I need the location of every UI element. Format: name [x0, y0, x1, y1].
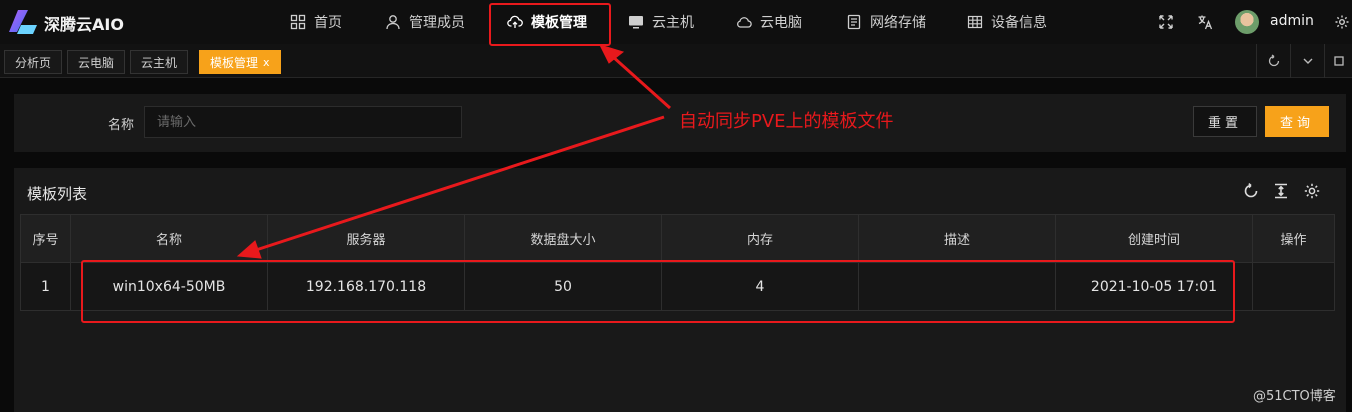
annotation-text: 自动同步PVE上的模板文件 — [679, 111, 894, 132]
annotation-highlight-row — [81, 260, 1235, 323]
tab-bar: 分析页 云电脑 云主机 模板管理 x — [0, 44, 1352, 78]
reset-button[interactable]: 重置 — [1193, 106, 1257, 137]
avatar[interactable] — [1235, 10, 1259, 34]
nav-label-members: 管理成员 — [409, 15, 465, 31]
column-header-name[interactable]: 名称 — [70, 214, 268, 263]
column-header-created-time[interactable]: 创建时间 — [1055, 214, 1253, 263]
tab-label: 模板管理 — [210, 55, 259, 70]
tab-label: 分析页 — [15, 55, 52, 70]
tab-close-icon[interactable]: x — [263, 56, 270, 69]
search-input[interactable] — [144, 106, 462, 138]
nav-item-cloud-pc[interactable]: 云电脑 — [736, 0, 802, 44]
tab-analysis[interactable]: 分析页 — [4, 50, 63, 74]
tab-label: 云电脑 — [78, 55, 115, 70]
user-icon — [386, 15, 400, 30]
gear-icon[interactable] — [1332, 12, 1352, 32]
column-header-actions[interactable]: 操作 — [1252, 214, 1335, 263]
table-header-row: 序号 名称 服务器 数据盘大小 内存 描述 创建时间 操作 — [20, 214, 1335, 263]
refresh-tab-icon[interactable] — [1256, 44, 1290, 78]
annotation-highlight-nav — [489, 3, 611, 46]
nav-item-cloud-host[interactable]: 云主机 — [628, 0, 694, 44]
username[interactable]: admin — [1270, 13, 1314, 29]
grid-icon — [290, 14, 306, 30]
column-header-description[interactable]: 描述 — [858, 214, 1056, 263]
cell-index: 1 — [20, 262, 71, 311]
nav-label-home: 首页 — [314, 15, 342, 31]
nav-label-network-storage: 网络存储 — [870, 15, 926, 31]
translate-icon[interactable] — [1195, 12, 1215, 32]
column-height-icon[interactable] — [1271, 181, 1291, 201]
settings-icon[interactable] — [1302, 181, 1322, 201]
monitor-icon — [629, 16, 643, 29]
column-header-memory[interactable]: 内存 — [661, 214, 859, 263]
nav-item-members[interactable]: 管理成员 — [385, 0, 465, 44]
table-icon — [967, 15, 983, 29]
column-header-index[interactable]: 序号 — [20, 214, 71, 263]
tab-template-management[interactable]: 模板管理 x — [199, 50, 281, 74]
tab-cloud-host[interactable]: 云主机 — [130, 50, 189, 74]
brand-name[interactable]: 深腾云AIO — [44, 11, 124, 35]
column-header-disk-size[interactable]: 数据盘大小 — [464, 214, 662, 263]
nav-label-device-info: 设备信息 — [991, 15, 1047, 31]
tab-cloud-pc[interactable]: 云电脑 — [67, 50, 126, 74]
fullscreen-icon[interactable] — [1156, 12, 1176, 32]
storage-icon — [847, 14, 861, 30]
nav-item-home[interactable]: 首页 — [290, 0, 342, 44]
watermark: @51CTO博客 — [1253, 389, 1336, 404]
cell-actions[interactable] — [1252, 262, 1335, 311]
nav-item-network-storage[interactable]: 网络存储 — [846, 0, 926, 44]
cloud-icon — [737, 17, 752, 28]
chevron-down-icon[interactable] — [1290, 44, 1324, 78]
maximize-icon[interactable] — [1324, 44, 1352, 78]
brand-logo-icon — [9, 10, 37, 34]
column-header-server[interactable]: 服务器 — [267, 214, 465, 263]
nav-label-cloud-host: 云主机 — [652, 15, 694, 31]
nav-label-cloud-pc: 云电脑 — [760, 15, 802, 31]
query-button[interactable]: 查询 — [1265, 106, 1329, 137]
top-navbar: 深腾云AIO 首页 管理成员 模板管理 云主机 云电脑 网络存储 设备信息 ad… — [0, 0, 1352, 44]
search-label: 名称 — [108, 118, 135, 133]
refresh-icon[interactable] — [1241, 181, 1261, 201]
panel-title: 模板列表 — [27, 185, 88, 203]
nav-item-device-info[interactable]: 设备信息 — [967, 0, 1047, 44]
tab-label: 云主机 — [141, 55, 178, 70]
